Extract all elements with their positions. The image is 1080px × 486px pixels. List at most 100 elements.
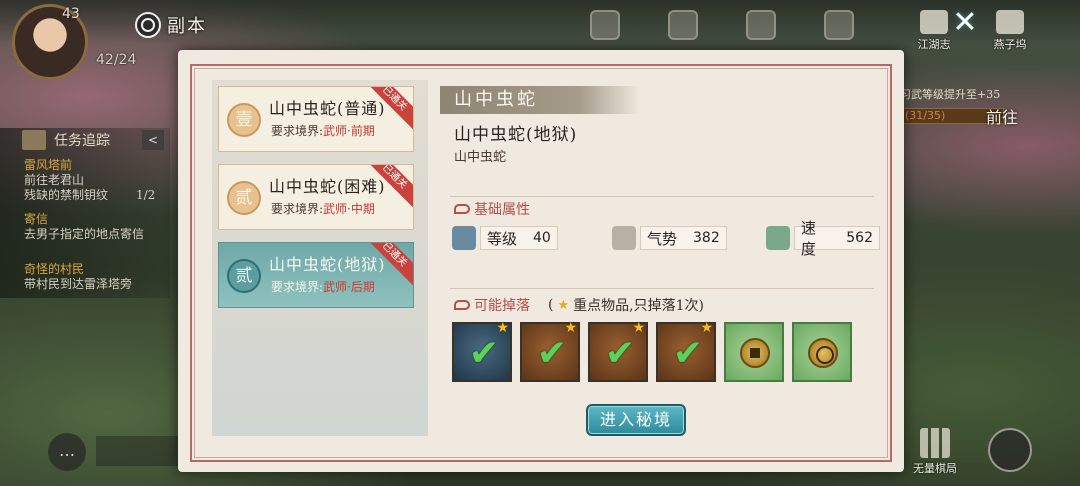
stat-value: 382 <box>693 230 720 246</box>
check-icon: ✔ <box>536 333 568 374</box>
stage-requirement: 要求境界:武师·后期 <box>271 278 375 295</box>
star-icon: ★ <box>632 320 645 336</box>
player-level: 43 <box>62 6 80 22</box>
stage-number: 贰 <box>227 181 261 215</box>
chess-board-button[interactable]: 无量棋局 <box>906 428 964 476</box>
stat-value: 40 <box>533 230 551 246</box>
shop-icon[interactable] <box>668 10 698 40</box>
drops-label: 可能掉落 <box>474 298 530 314</box>
quest-item-title: 奇怪的村民 <box>24 262 85 276</box>
star-icon: ★ <box>564 320 577 336</box>
goto-button[interactable]: 前往 <box>986 104 1026 144</box>
grid-icon <box>920 428 950 458</box>
star-icon: ★ <box>496 320 509 336</box>
quest-item-count: 1/2 <box>136 188 156 202</box>
chevron-left-icon[interactable]: < <box>142 130 164 150</box>
rank-hint: 习武等级提升至+35 <box>900 88 1001 101</box>
quest-tracker-title: 任务追踪 <box>54 133 110 149</box>
stage-card-hard[interactable]: 贰 山中虫蛇(困难) 要求境界:武师·中期 已通关 <box>218 164 414 230</box>
quest-item-title: 雷风塔前 <box>24 158 73 172</box>
stage-detail-title: 山中虫蛇(地狱) <box>454 125 578 145</box>
dungeon-header: 副本 <box>135 12 207 38</box>
requirement-tier: 武师·中期 <box>323 202 375 216</box>
quest-item-desc: 前往老君山 <box>24 173 85 187</box>
requirement-label: 要求境界: <box>271 124 324 138</box>
drop-item[interactable]: ✔ ★ <box>452 320 512 382</box>
drop-item[interactable] <box>724 322 784 382</box>
check-icon: ✔ <box>468 333 500 374</box>
scroll-icon <box>996 10 1024 34</box>
stage-number: 贰 <box>227 259 261 293</box>
stage-requirement: 要求境界:武师·中期 <box>271 200 375 217</box>
stage-title: 山中虫蛇(困难) <box>269 177 386 196</box>
coin-icon <box>740 338 770 368</box>
stamina-counter: 42/24 <box>96 52 137 68</box>
yanziwu-button[interactable]: 燕子坞 <box>980 10 1040 52</box>
base-stats-label: 基础属性 <box>474 202 530 218</box>
close-icon[interactable]: ✕ <box>948 6 982 40</box>
coin-icon <box>808 338 838 368</box>
pavilion-icon <box>920 10 948 34</box>
chess-board-label: 无量棋局 <box>913 462 957 475</box>
quest-book-icon <box>22 130 46 150</box>
stage-requirement: 要求境界:武师·前期 <box>271 122 375 139</box>
stat-speed: 速度 562 <box>766 219 880 258</box>
quest-item-desc: 带村民到达雷泽塔旁 <box>24 277 133 291</box>
stage-card-hell[interactable]: 贰 山中虫蛇(地狱) 要求境界:武师·后期 已通关 <box>218 242 414 308</box>
yanziwu-label: 燕子坞 <box>993 38 1027 51</box>
dungeon-modal: 壹 山中虫蛇(普通) 要求境界:武师·前期 已通关 贰 山中虫蛇(困难) 要求境… <box>178 50 904 472</box>
stage-name-banner: 山中虫蛇 <box>440 86 640 114</box>
stat-value: 562 <box>846 230 873 246</box>
star-icon: ★ <box>557 297 570 313</box>
requirement-label: 要求境界: <box>271 202 324 216</box>
chat-icon[interactable]: … <box>48 433 86 471</box>
dungeon-icon <box>135 12 161 38</box>
stat-box: 速度 562 <box>793 219 880 258</box>
top-menu-icons <box>590 10 854 40</box>
stage-number: 壹 <box>227 103 261 137</box>
drop-item[interactable] <box>792 322 852 382</box>
divider <box>450 288 874 289</box>
cloud-icon <box>454 300 470 310</box>
drops-note: 重点物品,只掉落1次) <box>573 298 704 314</box>
drop-item[interactable]: ✔ ★ <box>656 320 716 382</box>
quest-item[interactable]: 奇怪的村民 带村民到达雷泽塔旁 <box>24 262 132 292</box>
stat-name: 气势 <box>647 229 678 248</box>
enter-realm-button[interactable]: 进入秘境 <box>586 404 686 436</box>
drop-item[interactable]: ✔ ★ <box>520 320 580 382</box>
book-icon[interactable] <box>824 10 854 40</box>
divider <box>450 196 874 197</box>
quest-item[interactable]: 雷风塔前 前往老君山 残缺的禁制钥纹 1/2 <box>24 158 155 203</box>
stage-title: 山中虫蛇(地狱) <box>269 255 386 274</box>
stage-detail-subtitle: 山中虫蛇 <box>454 150 507 165</box>
check-icon: ✔ <box>604 333 636 374</box>
stage-title: 山中虫蛇(普通) <box>269 99 386 118</box>
star-icon: ★ <box>700 320 713 336</box>
quest-item[interactable]: 寄信 去男子指定的地点寄信 <box>24 212 144 242</box>
quest-item-desc: 残缺的禁制钥纹 <box>24 188 109 202</box>
requirement-label: 要求境界: <box>271 280 324 294</box>
stat-box: 气势 382 <box>640 226 727 250</box>
drops-note-paren: ( <box>548 297 554 313</box>
speed-icon <box>766 226 790 250</box>
stat-name: 速度 <box>800 219 816 258</box>
jianghu-journal-label: 江湖志 <box>917 38 951 51</box>
cloud-icon <box>454 204 470 214</box>
skill-swirl-icon[interactable] <box>988 428 1032 472</box>
drop-item[interactable]: ✔ ★ <box>588 320 648 382</box>
momentum-icon <box>612 226 636 250</box>
stat-name: 等级 <box>487 229 518 248</box>
bag-icon[interactable] <box>590 10 620 40</box>
stage-detail: 山中虫蛇 山中虫蛇(地狱) 山中虫蛇 基础属性 等级 40 气势 382 速度 <box>440 80 880 436</box>
check-icon: ✔ <box>672 333 704 374</box>
stat-level: 等级 40 <box>452 225 558 251</box>
quest-tracker-tab[interactable]: 任务追踪 <box>22 130 110 150</box>
base-stats-header: 基础属性 <box>454 199 530 219</box>
stage-list: 壹 山中虫蛇(普通) 要求境界:武师·前期 已通关 贰 山中虫蛇(困难) 要求境… <box>212 80 428 436</box>
level-icon <box>452 226 476 250</box>
stage-card-normal[interactable]: 壹 山中虫蛇(普通) 要求境界:武师·前期 已通关 <box>218 86 414 152</box>
quest-item-desc: 去男子指定的地点寄信 <box>24 227 145 241</box>
page-title: 副本 <box>167 16 207 37</box>
stat-momentum: 气势 382 <box>612 225 727 251</box>
martial-icon[interactable] <box>746 10 776 40</box>
